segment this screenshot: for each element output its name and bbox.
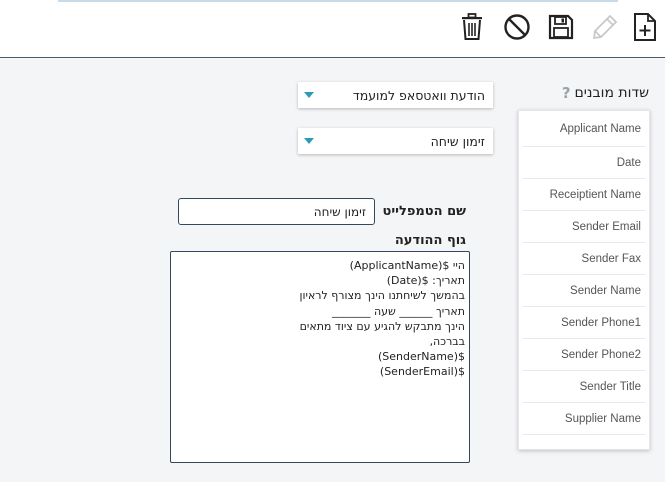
- new-document-button[interactable]: [630, 10, 660, 44]
- field-item-sender-name[interactable]: Sender Name: [523, 275, 645, 307]
- body-line: בהמשך לשיחתנו הינך מצורף לראיון: [299, 289, 466, 303]
- structured-fields-label: שדות מובנים: [574, 85, 649, 101]
- body-line: $(SenderEmail): [379, 365, 465, 379]
- trash-icon: [462, 13, 482, 40]
- message-type-value: הודעת וואטסאפ למועמד: [352, 87, 485, 103]
- body-line: $(SenderName): [377, 350, 465, 364]
- edit-pencil-icon: [592, 14, 618, 40]
- structured-fields-title: שדות מובנים ?: [562, 84, 649, 102]
- help-icon[interactable]: ?: [562, 84, 571, 102]
- template-type-value: זימון שיחה: [430, 133, 485, 149]
- body-line: הינך מתבקש להגיע עם ציוד מתאים: [299, 319, 465, 333]
- new-document-icon: [634, 13, 656, 41]
- field-item-date[interactable]: Date: [523, 147, 645, 179]
- field-item-supplier-name[interactable]: Supplier Name: [523, 403, 645, 435]
- toolbar: [0, 0, 665, 58]
- template-name-input[interactable]: [178, 198, 375, 225]
- field-item-applicant-name[interactable]: Applicant Name: [523, 111, 645, 147]
- top-accent-line: [58, 0, 618, 2]
- body-line: בברכה,: [429, 335, 465, 349]
- message-body-textarea[interactable]: היי $(ApplicantName) תאריך: $(Date) בהמש…: [170, 251, 470, 463]
- template-type-dropdown[interactable]: זימון שיחה: [298, 128, 493, 154]
- message-type-dropdown[interactable]: הודעת וואטסאפ למועמד: [298, 82, 493, 108]
- structured-fields-list: Applicant Name Date Receiptient Name Sen…: [518, 110, 650, 450]
- chevron-down-icon: [304, 138, 314, 144]
- body-line: תאריך: $(Date): [386, 274, 465, 288]
- cancel-button[interactable]: [502, 10, 532, 44]
- cancel-icon: [504, 14, 530, 40]
- save-button[interactable]: [546, 10, 576, 44]
- template-name-label: שם הטמפלייט: [382, 204, 466, 219]
- body-line: תאריך ______ שעה _______: [331, 304, 465, 318]
- field-item-recipient-name[interactable]: Receiptient Name: [523, 179, 645, 211]
- body-line: היי $(ApplicantName): [349, 259, 465, 272]
- delete-button[interactable]: [457, 10, 487, 44]
- field-item-sender-phone1[interactable]: Sender Phone1: [523, 307, 645, 339]
- message-body-label: גוף ההודעה: [394, 233, 466, 248]
- edit-button[interactable]: [590, 10, 620, 44]
- field-item-sender-phone2[interactable]: Sender Phone2: [523, 339, 645, 371]
- save-icon: [548, 14, 574, 40]
- field-item-sender-fax[interactable]: Sender Fax: [523, 243, 645, 275]
- field-item-sender-email[interactable]: Sender Email: [523, 211, 645, 243]
- chevron-down-icon: [304, 92, 314, 98]
- field-item-sender-title[interactable]: Sender Title: [523, 371, 645, 403]
